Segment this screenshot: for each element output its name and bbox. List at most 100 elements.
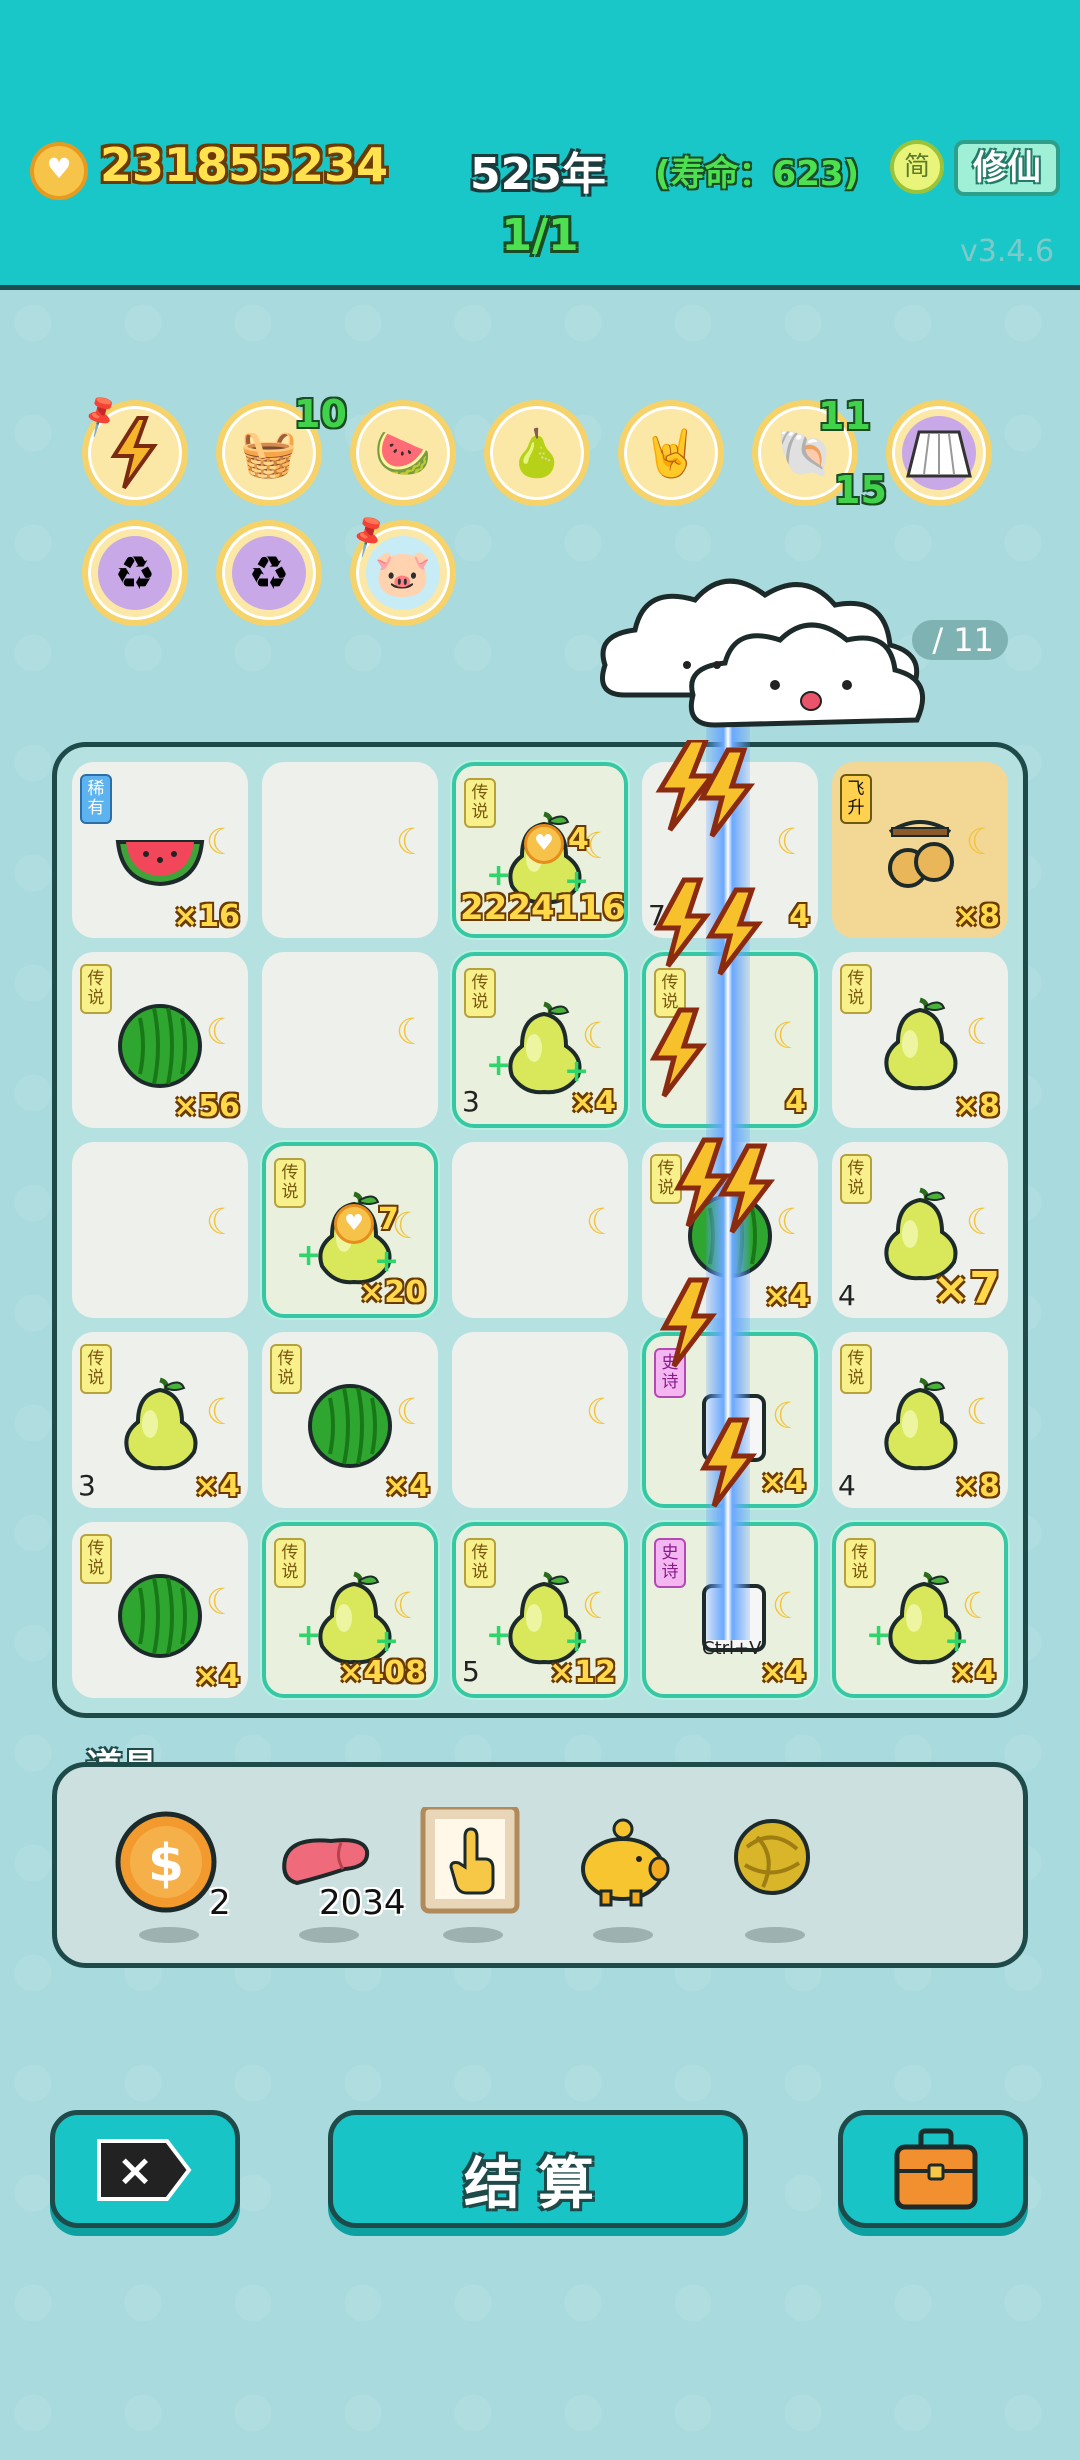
moon-icon: ☾ (965, 1012, 998, 1053)
skirt-icon (902, 416, 976, 490)
settle-label: 结算 (464, 2152, 612, 2217)
moon-icon: ☾ (965, 822, 998, 863)
prop-golden-piggy[interactable] (565, 1807, 675, 1943)
bag-button[interactable] (838, 2110, 1028, 2228)
cell-level: 4 (838, 1279, 856, 1312)
board-cell[interactable]: 传说 ☾ 4 ×7 (832, 1142, 1008, 1318)
coin-balance: 231855234 (100, 138, 389, 192)
prop-gold-ball[interactable] (717, 1807, 827, 1943)
rarity-tag: 传说 (464, 778, 496, 828)
board-cell[interactable]: 传说 ☾ ♥ 4 + +2224116 (452, 762, 628, 938)
prop-shadow (443, 1927, 503, 1943)
cell-multiplier: ×12 (549, 1655, 616, 1690)
cell-level: 4 (838, 1469, 856, 1502)
recycle-icon: ♻ (232, 536, 306, 610)
plus-icon: + (564, 1624, 590, 1659)
skill-recycle[interactable]: ♻ (216, 520, 322, 626)
gold-ball-icon (734, 1819, 810, 1895)
golden-piggy-icon (581, 1818, 670, 1907)
board-cell[interactable]: 传说 ☾ 3 ×4 (72, 1332, 248, 1508)
cell-multiplier: ×4 (193, 1659, 240, 1694)
board-cell[interactable]: ☾ (262, 952, 438, 1128)
rarity-tag: 传说 (80, 964, 112, 1014)
board-cell[interactable]: 传说 ☾ ♥ 7 + + ×20 (262, 1142, 438, 1318)
svg-text:$: $ (148, 1834, 184, 1894)
cell-multiplier: ×8 (953, 899, 1000, 934)
moon-icon: ☾ (205, 1012, 238, 1053)
board-cell[interactable]: 传说 ☾ ×4 (262, 1332, 438, 1508)
skill-shell[interactable]: 🐚 11 15 (752, 394, 887, 512)
moon-icon: ☾ (965, 1202, 998, 1243)
board-cell[interactable]: 飞升 ☾ ×8 (832, 762, 1008, 938)
cell-multiplier: ×4 (383, 1469, 430, 1504)
prop-dollar-coin[interactable]: $ 2 (111, 1807, 231, 1943)
plus-icon: + (486, 1048, 512, 1083)
skill-fruit-bowl[interactable]: 🍉 (350, 400, 456, 506)
prop-shadow (593, 1927, 653, 1943)
skill-skirt[interactable] (886, 400, 992, 506)
board-cell[interactable]: 传说 ☾ + +5 ×12 (452, 1522, 628, 1698)
board-cell[interactable]: 稀有 ☾ ×16 (72, 762, 248, 938)
heart-value: 7 (378, 1202, 399, 1237)
moon-icon: ☾ (205, 1202, 238, 1243)
settle-button[interactable]: 结算 (328, 2110, 748, 2228)
board-cell[interactable]: 传说 ☾ 4 ×8 (832, 1332, 1008, 1508)
rarity-tag: 传说 (274, 1158, 306, 1208)
board-cell[interactable]: ☾ (452, 1332, 628, 1508)
board-cell[interactable]: 传说 ☾ ×8 (832, 952, 1008, 1128)
cell-level: 5 (462, 1655, 480, 1688)
cell-multiplier: ×4 (949, 1655, 996, 1690)
board-cell[interactable]: 传说 ☾ + + ×4 (832, 1522, 1008, 1698)
svg-text:×: × (117, 2145, 154, 2196)
plus-icon: + (374, 1624, 400, 1659)
plus-icon: + (374, 1244, 400, 1279)
plus-icon: + (564, 1054, 590, 1089)
lifespan-label: (寿命：623) (655, 154, 860, 194)
skill-badge-bottom: 15 (834, 468, 887, 512)
rarity-tag: 传说 (840, 1154, 872, 1204)
cell-multiplier: ×20 (359, 1275, 426, 1310)
board-cell[interactable]: 传说 ☾ ×56 (72, 952, 248, 1128)
board-cell[interactable]: ☾ (452, 1142, 628, 1318)
skill-fruit-basket[interactable]: 🧺 10 (216, 392, 347, 506)
year-counter: 525年 (470, 149, 606, 200)
rarity-tag: 传说 (274, 1538, 306, 1588)
moon-icon: ☾ (585, 1202, 618, 1243)
skill-pomelo[interactable]: 🍐 (484, 400, 590, 506)
language-toggle-button[interactable]: 简 (890, 140, 944, 194)
recycle-icon: ♻ (98, 536, 172, 610)
board-cell[interactable]: ☾ (262, 762, 438, 938)
skill-rock-hand[interactable]: 🤘 (618, 400, 724, 506)
board-cell[interactable]: 传说 ☾ + +3 ×4 (452, 952, 628, 1128)
prop-count: 2 (209, 1883, 231, 1923)
moon-icon: ☾ (395, 1392, 428, 1433)
cell-multiplier: ×16 (173, 899, 240, 934)
moon-icon: ☾ (585, 1392, 618, 1433)
quit-button[interactable]: × (50, 2110, 240, 2228)
top-bar: 231855234 525年 (寿命：623) 简 修仙 1/1 v3.4.6 (0, 0, 1080, 290)
pomelo-icon: 🍐 (508, 426, 566, 480)
prop-liver[interactable]: 2034 (271, 1807, 406, 1943)
board-cell[interactable]: 传说 ☾ ×4 (72, 1522, 248, 1698)
board-cell[interactable]: ☾ (72, 1142, 248, 1318)
rarity-tag: 传说 (270, 1344, 302, 1394)
moon-icon: ☾ (965, 1392, 998, 1433)
prop-hand-card[interactable] (415, 1804, 525, 1943)
exit-tag-icon: × (97, 2139, 192, 2201)
cell-level: 3 (78, 1469, 96, 1502)
lightning-bolts (649, 740, 776, 1508)
skill-recycle[interactable]: ♻ (82, 520, 188, 626)
rarity-tag: 传说 (840, 964, 872, 1014)
cultivate-button[interactable]: 修仙 (954, 140, 1060, 196)
cell-multiplier: ×56 (173, 1089, 240, 1124)
board-cell[interactable]: 传说 ☾ + + ×408 (262, 1522, 438, 1698)
cloud-icon (600, 578, 926, 728)
skill-lightning[interactable]: 📌 (76, 391, 188, 506)
rarity-tag: 传说 (464, 1538, 496, 1588)
skill-piggy[interactable]: 🐷 📌 (344, 511, 456, 626)
prop-shadow (745, 1927, 805, 1943)
fruit-bowl-icon: 🍉 (374, 426, 432, 480)
rock-hand-icon: 🤘 (642, 426, 700, 480)
cell-score: 2224116 (460, 888, 626, 928)
moon-icon: ☾ (205, 1392, 238, 1433)
